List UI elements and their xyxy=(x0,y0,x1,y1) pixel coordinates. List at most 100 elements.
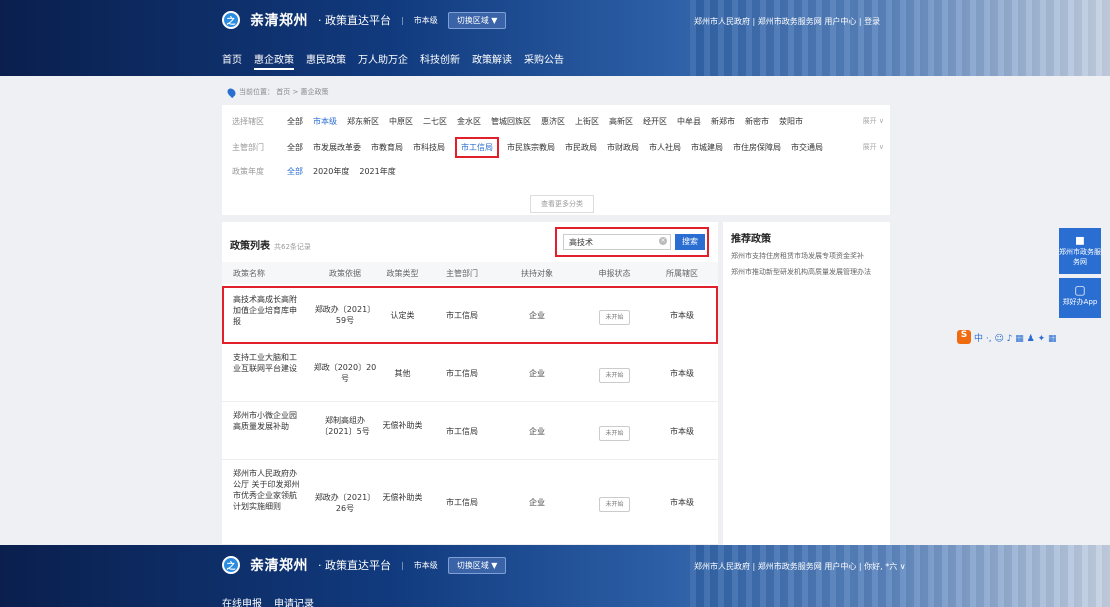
filter-option[interactable]: 全部 xyxy=(287,116,303,127)
filter-option[interactable]: 市民族宗教局 xyxy=(507,142,555,153)
year-filter-row: 政策年度 全部 2020年度 2021年度 xyxy=(232,166,406,177)
user-nav-item[interactable]: 在线申报 xyxy=(222,595,262,607)
main-nav: 首页 惠企政策 惠民政策 万人助万企 科技创新 政策解读 采购公告 xyxy=(222,51,564,70)
region-filter-label: 选择辖区 xyxy=(232,117,264,126)
nav-item[interactable]: 首页 xyxy=(222,51,242,70)
region-expand-button[interactable]: 展开 ∨ xyxy=(863,116,884,126)
table-row[interactable]: 郑州市人民政府办公厅 关于印发郑州市优秀企业家领航计划实施细则 郑政办〔2021〕… xyxy=(222,460,718,545)
policy-list-panel: 政策列表共62条记录 × 搜索 政策名称 政策依据 政策类型 主管部门 扶持对象 申报状态… xyxy=(222,222,718,545)
sogou-logo-icon: S xyxy=(957,330,971,344)
more-categories-button[interactable]: 查看更多分类 xyxy=(530,195,594,213)
app-float-button[interactable]: ▢ 郑好办App xyxy=(1059,278,1101,318)
bottom-header: 之 亲清郑州 · 政策直达平台 | 市本级 切换区域 ▼ 郑州市人民政府 | 郑… xyxy=(0,545,1110,607)
filter-option[interactable]: 中牟县 xyxy=(677,116,701,127)
app-label: 郑好办App xyxy=(1062,298,1098,306)
filter-option[interactable]: 市住房保障局 xyxy=(733,142,781,153)
logo-text[interactable]: 亲清郑州 xyxy=(250,10,308,30)
nav-item[interactable]: 科技创新 xyxy=(420,51,460,70)
logo-text[interactable]: 亲清郑州 xyxy=(250,555,308,575)
list-title: 政策列表 共62条记录 xyxy=(230,237,311,252)
filter-option[interactable]: 惠济区 xyxy=(541,116,565,127)
nav-item[interactable]: 采购公告 xyxy=(524,51,564,70)
search-input[interactable] xyxy=(563,234,671,250)
filter-option[interactable]: 高新区 xyxy=(609,116,633,127)
filter-option[interactable]: 经开区 xyxy=(643,116,667,127)
top-links[interactable]: 郑州市人民政府 | 郑州市政务服务网 用户中心 | 登录 xyxy=(694,16,880,27)
filter-option[interactable]: 二七区 xyxy=(423,116,447,127)
switch-region-button[interactable]: 切换区域 ▼ xyxy=(447,556,507,574)
nav-item[interactable]: 政策解读 xyxy=(472,51,512,70)
filter-option[interactable]: 上街区 xyxy=(575,116,599,127)
filter-option[interactable]: 新郑市 xyxy=(711,116,735,127)
nav-item[interactable]: 惠企政策 xyxy=(254,51,294,70)
clear-icon[interactable]: × xyxy=(659,237,667,245)
platform-name: · 政策直达平台 xyxy=(318,14,391,27)
logo-icon: 之 xyxy=(222,11,240,29)
header-background xyxy=(690,545,1110,607)
filter-option[interactable]: 郑东新区 xyxy=(347,116,379,127)
recommend-panel: 推荐政策 郑州市支持住房租赁市场发展专项资金奖补 郑州市推动新型研发机构高质量发… xyxy=(723,222,890,545)
user-nav: 在线申报 申请记录 xyxy=(222,595,314,607)
filter-option[interactable]: 市工信局 xyxy=(455,137,499,158)
filter-option[interactable]: 市城建局 xyxy=(691,142,723,153)
portal-float-button[interactable]: ◼ 郑州市政务服务网 xyxy=(1059,228,1101,274)
filter-option[interactable]: 中原区 xyxy=(389,116,413,127)
filter-option[interactable]: 市交通局 xyxy=(791,142,823,153)
filter-option[interactable]: 全部 xyxy=(287,142,303,153)
filter-option[interactable]: 市科技局 xyxy=(413,142,445,153)
status-cell: 未开始 xyxy=(582,497,647,512)
top-header: 之 亲清郑州 · 政策直达平台 | 市本级 切换区域 ▼ 郑州市人民政府 | 郑… xyxy=(0,0,1110,76)
filter-option[interactable]: 荥阳市 xyxy=(779,116,803,127)
cell-type: 其他 xyxy=(394,368,411,378)
breadcrumb: 当前位置： 首页 > 惠企政策 xyxy=(225,86,329,98)
cell-name[interactable]: 支持工业大脑和工业互联网平台建设 xyxy=(233,352,303,374)
switch-region-button[interactable]: 切换区域 ▼ xyxy=(447,11,507,29)
table-row[interactable]: 支持工业大脑和工业互联网平台建设 郑政〔2020〕20号 其他 市工信局 企业 未开始 市本… xyxy=(222,344,718,402)
current-level: 市本级 xyxy=(413,560,438,570)
cell-basis: 郑制高组办〔2021〕5号 xyxy=(320,415,370,436)
filter-option[interactable]: 市财政局 xyxy=(607,142,639,153)
recommend-title: 推荐政策 xyxy=(731,234,771,245)
phone-icon: ▢ xyxy=(1074,283,1086,297)
filter-option[interactable]: 市发展改革委 xyxy=(313,142,361,153)
recommend-item[interactable]: 郑州市推动新型研发机构高质量发展管理办法 xyxy=(731,267,882,278)
region-filter-row: 选择辖区 全部 市本级 郑东新区 中原区 二七区 金水区 管城回族区 惠济区 上街区 高新区 经开区… xyxy=(232,116,813,127)
top-links[interactable]: 郑州市人民政府 | 郑州市政务服务网 用户中心 | 你好, *六 ∨ xyxy=(694,561,906,572)
status-badge: 未开始 xyxy=(599,497,630,512)
breadcrumb-text[interactable]: 当前位置： 首页 > 惠企政策 xyxy=(239,87,329,97)
filter-panel: 选择辖区 全部 市本级 郑东新区 中原区 二七区 金水区 管城回族区 惠济区 上街区 高新区 经开区… xyxy=(222,105,890,215)
filter-option[interactable]: 市人社局 xyxy=(649,142,681,153)
filter-option[interactable]: 管城回族区 xyxy=(491,116,531,127)
cell-name[interactable]: 郑州市小微企业园高质量发展补助 xyxy=(233,410,303,432)
filter-option[interactable]: 全部 xyxy=(287,166,303,177)
year-filter-label: 政策年度 xyxy=(232,167,264,176)
filter-option[interactable]: 金水区 xyxy=(457,116,481,127)
nav-item[interactable]: 万人助万企 xyxy=(358,51,408,70)
cell-basis: 郑政办〔2021〕26号 xyxy=(314,492,376,513)
list-title-text: 政策列表 xyxy=(230,241,270,252)
table-row[interactable]: 郑州市小微企业园高质量发展补助 郑制高组办〔2021〕5号 无偿补助类 市工信局 企业 未… xyxy=(222,402,718,460)
current-level: 市本级 xyxy=(413,15,438,25)
nav-item[interactable]: 惠民政策 xyxy=(306,51,346,70)
header-background xyxy=(690,0,1110,76)
cell-name[interactable]: 郑州市人民政府办公厅 关于印发郑州市优秀企业家领航计划实施细则 xyxy=(233,468,303,512)
filter-option[interactable]: 市本级 xyxy=(313,116,337,127)
filter-option[interactable]: 市教育局 xyxy=(371,142,403,153)
cell-region: 市本级 xyxy=(670,368,694,378)
cell-target: 企业 xyxy=(529,426,545,436)
column-header: 政策名称 xyxy=(233,269,265,278)
user-nav-item[interactable]: 申请记录 xyxy=(274,595,314,607)
column-header: 政策依据 xyxy=(329,269,361,278)
ime-toolbar[interactable]: S 中 ·, ☺ ♪ ▦ ♟ ✦ ▦ xyxy=(957,330,1057,344)
cell-basis: 郑政〔2020〕20号 xyxy=(313,363,377,383)
filter-option[interactable]: 新密市 xyxy=(745,116,769,127)
cell-type: 无偿补助类 xyxy=(382,421,423,430)
ime-tool-icons[interactable]: 中 ·, ☺ ♪ ▦ ♟ ✦ ▦ xyxy=(974,331,1057,344)
filter-option[interactable]: 2021年度 xyxy=(359,166,395,177)
filter-option[interactable]: 2020年度 xyxy=(313,166,349,177)
filter-option[interactable]: 市民政局 xyxy=(565,142,597,153)
column-header: 申报状态 xyxy=(598,269,631,278)
dept-expand-button[interactable]: 展开 ∨ xyxy=(863,142,884,152)
search-button[interactable]: 搜索 xyxy=(675,234,705,250)
recommend-item[interactable]: 郑州市支持住房租赁市场发展专项资金奖补 xyxy=(731,251,882,262)
